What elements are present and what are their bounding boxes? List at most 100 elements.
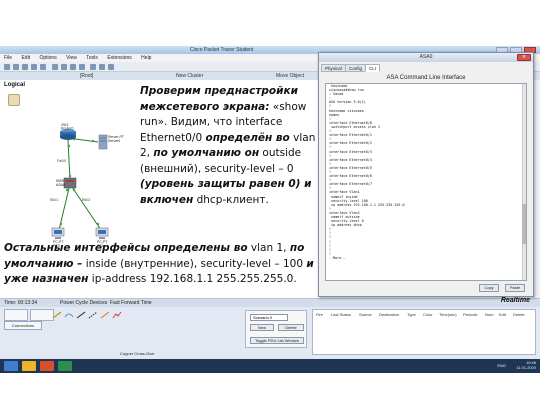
asa-device-dialog: ASA0 × Physical Config CLI ASA Command L…: [318, 52, 534, 297]
menu-view[interactable]: View: [66, 55, 77, 61]
fiber-cable-icon[interactable]: [100, 311, 110, 319]
windows-taskbar: ENG 19:46 11.01.2020: [0, 359, 540, 373]
console-cable-icon[interactable]: [64, 311, 74, 319]
copy-icon[interactable]: [52, 64, 58, 70]
straight-cable-icon[interactable]: [76, 311, 86, 319]
cable-type-label: Copper Cross-Over: [120, 351, 155, 356]
realtime-bar: Time: 00:13:34 Power Cycle Devices Fast …: [0, 297, 540, 307]
cli-terminal[interactable]: hostname ciscoasa#show run: Saved: ASA Ver…: [325, 83, 527, 281]
port-dot: [72, 188, 76, 192]
open-file-icon[interactable]: [13, 64, 19, 70]
packet-tracer-taskbar-icon[interactable]: [58, 361, 72, 371]
paste-icon[interactable]: [61, 64, 67, 70]
close-icon[interactable]: ×: [517, 54, 531, 61]
zoom-reset-icon[interactable]: [99, 64, 105, 70]
copy-button[interactable]: Copy: [479, 284, 499, 292]
pdu-col-status: Last Status: [331, 312, 352, 317]
cli-scrollbar[interactable]: [522, 84, 526, 280]
nav-move-object[interactable]: Move Object: [276, 72, 304, 80]
serial-cable-icon[interactable]: [112, 311, 122, 319]
tab-cli[interactable]: CLI: [365, 64, 381, 72]
slide-note-top: Проверим преднастройки межсетевого экран…: [140, 84, 324, 208]
zoom-out-icon[interactable]: [108, 64, 114, 70]
redo-icon[interactable]: [79, 64, 85, 70]
language-indicator[interactable]: ENG: [497, 363, 506, 368]
slide: Cisco Packet Tracer Student File Edit Op…: [0, 0, 540, 405]
explorer-icon[interactable]: [22, 361, 36, 371]
zoom-in-icon[interactable]: [90, 64, 96, 70]
menu-help[interactable]: Help: [141, 55, 151, 61]
port-label: Fa0/0: [57, 159, 66, 163]
port-label: Et0/1: [50, 198, 58, 202]
start-button-icon[interactable]: [4, 361, 18, 371]
time-display: Time: 00:13:34: [4, 300, 38, 306]
port-dot: [68, 174, 72, 178]
paste-button[interactable]: Paste: [505, 284, 525, 292]
note-top-part5: по умолчанию он: [153, 147, 260, 159]
port-dot: [65, 188, 69, 192]
pdu-col-destination: Destination: [379, 312, 400, 317]
pc-icon[interactable]: [51, 227, 65, 239]
toggle-pdu-list-button[interactable]: Toggle PDU List Window: [250, 337, 304, 344]
pdu-col-time: Time(sec): [439, 312, 457, 317]
new-scenario-button[interactable]: New: [250, 324, 274, 331]
note-bottom-part1: Остальные интерфейсы определены во: [4, 242, 248, 254]
pdu-col-fire: Fire: [316, 312, 323, 317]
clock[interactable]: 19:46 11.01.2020: [516, 360, 536, 370]
save-icon[interactable]: [22, 64, 28, 70]
scenario-panel: Scenario 0 New Delete Toggle PDU List Wi…: [245, 310, 307, 348]
nav-root[interactable]: [Root]: [80, 72, 93, 80]
note-top-part7: security-level – 0: [204, 162, 294, 175]
device-category-routers[interactable]: [4, 309, 28, 321]
svg-text:ASA0: ASA0: [56, 183, 65, 187]
slide-note-bottom: Остальные интерфейсы определены во vlan …: [4, 241, 322, 288]
cli-scroll-thumb[interactable]: [522, 204, 526, 244]
note-bottom-part5: security-level – 100: [200, 257, 303, 270]
note-bottom-part2: vlan 1,: [250, 242, 287, 254]
new-file-icon[interactable]: [4, 64, 10, 70]
menu-edit[interactable]: Edit: [21, 55, 30, 61]
pdu-col-edit: Edit: [499, 312, 506, 317]
pdu-col-delete: Delete: [513, 312, 525, 317]
firewall-icon[interactable]: [63, 177, 77, 189]
auto-cable-icon[interactable]: [52, 311, 62, 319]
server-icon[interactable]: [98, 134, 108, 150]
menu-file[interactable]: File: [4, 55, 12, 61]
realtime-mode-label[interactable]: Realtime: [501, 297, 530, 305]
cli-heading: ASA Command Line Interface: [386, 75, 466, 81]
port-dot: [96, 222, 100, 226]
pdu-list-table: Fire Last Status Source Destination Type…: [312, 309, 536, 355]
scenario-select[interactable]: Scenario 0: [250, 314, 288, 321]
bottom-panel: Time: 00:13:34 Power Cycle Devices Fast …: [0, 297, 540, 359]
svg-text:Server0: Server0: [108, 139, 120, 143]
undo-icon[interactable]: [70, 64, 76, 70]
clock-date: 11.01.2020: [516, 365, 536, 370]
tab-physical[interactable]: Physical: [321, 64, 346, 72]
pt-window-title: Cisco Packet Tracer Student: [190, 47, 254, 53]
port-dot: [67, 144, 71, 148]
note-top-part3: определён во: [205, 131, 290, 144]
device-category-switches[interactable]: [30, 309, 54, 321]
connections-category[interactable]: Connections: [4, 321, 42, 330]
crossover-cable-icon[interactable]: [88, 311, 98, 319]
router-icon[interactable]: [60, 129, 76, 140]
pdu-col-num: Num: [485, 312, 494, 317]
power-cycle-button[interactable]: Power Cycle Devices: [60, 299, 107, 307]
print-icon[interactable]: [31, 64, 37, 70]
port-dot: [59, 222, 63, 226]
delete-scenario-button[interactable]: Delete: [278, 324, 304, 331]
pdu-col-periodic: Periodic: [463, 312, 478, 317]
pc-icon[interactable]: [95, 227, 109, 239]
pdu-col-color: Color: [423, 312, 433, 317]
menu-tools[interactable]: Tools: [86, 55, 98, 61]
fast-forward-button[interactable]: Fast Forward Time: [110, 299, 152, 307]
tab-config[interactable]: Config: [345, 64, 367, 72]
menu-options[interactable]: Options: [39, 55, 56, 61]
note-top-part9: dhcp-клиент.: [196, 193, 269, 206]
powerpoint-icon[interactable]: [40, 361, 54, 371]
activity-wizard-icon[interactable]: [40, 64, 46, 70]
menu-extensions[interactable]: Extensions: [107, 55, 131, 61]
asa-titlebar: ASA0 ×: [319, 53, 533, 62]
nav-new-cluster[interactable]: New Cluster: [176, 72, 203, 80]
note-bottom-part4: inside (внутренние),: [85, 257, 198, 270]
